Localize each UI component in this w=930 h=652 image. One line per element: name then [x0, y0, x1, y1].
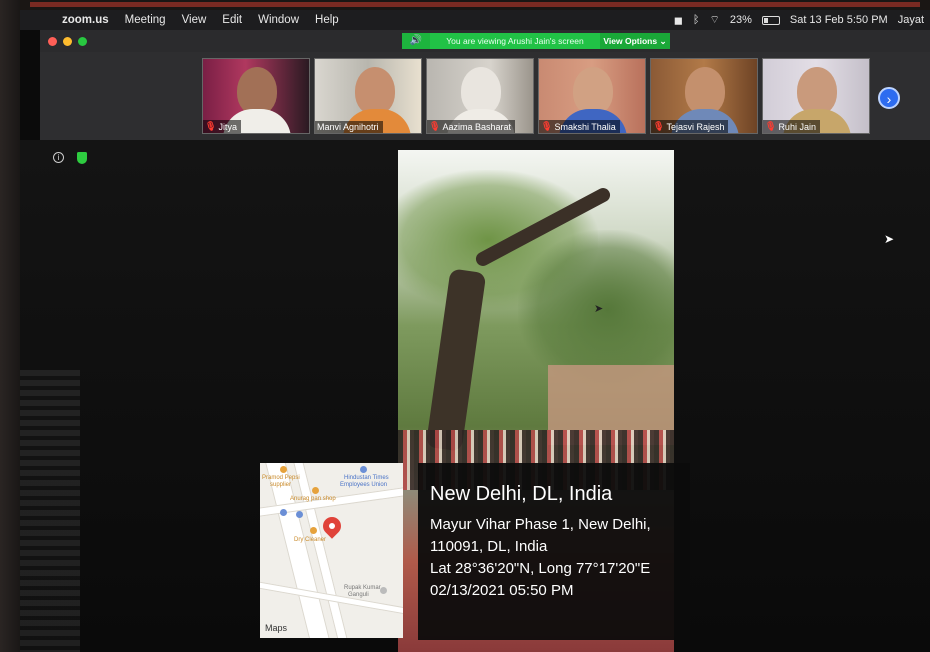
participant-avatar	[461, 67, 501, 115]
view-options-button[interactable]: View Options ⌄	[600, 33, 670, 49]
maps-logo: Maps	[265, 623, 288, 633]
battery-icon[interactable]	[761, 15, 780, 25]
zoom-title-bar: 🔊 You are viewing Arushi Jain's screen V…	[40, 30, 930, 52]
address-line-2: 110091, DL, India	[430, 538, 548, 555]
menu-help[interactable]: Help	[307, 14, 347, 26]
status-area: ◼ ᛒ ⌔ 23% Sat 13 Feb 5:50 PM Jayat	[674, 13, 930, 27]
user-name[interactable]: Jayat	[898, 14, 924, 26]
chevron-right-icon: ›	[886, 91, 892, 107]
participant-tile[interactable]: 🎙 Ruhi Jain	[762, 58, 870, 134]
minimize-window-button[interactable]	[63, 36, 72, 46]
location-city: New Delhi, DL, India	[430, 483, 613, 505]
next-page-button[interactable]: ›	[878, 87, 900, 109]
menu-app-name[interactable]: zoom.us	[54, 14, 117, 26]
menu-edit[interactable]: Edit	[214, 14, 250, 26]
map-thumbnail: Pramod Pepsi supplier Hindustan Times Em…	[260, 463, 403, 638]
fullscreen-window-button[interactable]	[78, 36, 87, 46]
parking-icon	[280, 509, 287, 516]
participant-tile[interactable]: Manvi Agnihotri	[314, 58, 422, 134]
bluetooth-icon[interactable]: ᛒ	[693, 14, 700, 26]
participant-name: Aazima Basharat	[442, 121, 511, 132]
coordinates: Lat 28°36'20"N, Long 77°17'20"E	[430, 560, 651, 577]
parking-icon	[296, 511, 303, 518]
screen-share-banner: 🔊 You are viewing Arushi Jain's screen V…	[402, 33, 702, 49]
participant-tile[interactable]: 🎙 Jitya	[202, 58, 310, 134]
address-line-1: Mayur Vihar Phase 1, New Delhi,	[430, 516, 651, 533]
clock[interactable]: Sat 13 Feb 5:50 PM	[790, 14, 888, 26]
window-controls	[48, 36, 87, 46]
participant-tile[interactable]: 🎙 Tejasvi Rajesh	[650, 58, 758, 134]
muted-mic-icon: 🎙	[429, 121, 441, 131]
menu-window[interactable]: Window	[250, 14, 307, 26]
info-icon[interactable]: i	[53, 152, 64, 163]
participant-name: Manvi Agnihotri	[317, 122, 379, 132]
encryption-shield-icon[interactable]	[77, 152, 87, 164]
viewing-screen-text: You are viewing Arushi Jain's screen	[430, 33, 600, 49]
participant-name: Smakshi Thalia	[554, 121, 616, 132]
muted-mic-icon: 🎙	[541, 121, 553, 131]
speaker-icon[interactable]: 🔊	[402, 33, 430, 49]
muted-mic-icon: 🎙	[653, 121, 665, 131]
monitor-top-bezel	[0, 0, 930, 10]
gps-info-card: New Delhi, DL, India Mayur Vihar Phase 1…	[418, 463, 690, 640]
meeting-area: i ➤ ➤ Pramod Pepsi supplier Hindustan Ti…	[20, 140, 930, 652]
participant-avatar	[237, 67, 277, 115]
mouse-cursor-icon: ➤	[884, 232, 895, 246]
participant-avatar	[355, 67, 395, 115]
participant-name: Jitya	[218, 121, 237, 132]
zoom-status-icon[interactable]: ◼	[674, 14, 683, 27]
date-time: 02/13/2021 05:50 PM	[430, 582, 574, 599]
poi-icon	[310, 527, 317, 534]
wifi-icon[interactable]: ⌔	[709, 13, 719, 27]
participant-tile[interactable]: 🎙 Smakshi Thalia	[538, 58, 646, 134]
participant-avatar	[573, 67, 613, 115]
menu-bar: zoom.us Meeting View Edit Window Help ◼ …	[20, 10, 930, 30]
participant-name: Ruhi Jain	[778, 121, 816, 132]
poi-icon	[280, 466, 287, 473]
participant-name: Tejasvi Rajesh	[666, 121, 725, 132]
poi-icon	[312, 487, 319, 494]
shared-cursor-icon: ➤	[594, 303, 604, 315]
menu-meeting[interactable]: Meeting	[117, 14, 174, 26]
window-blinds-reflection	[20, 370, 80, 652]
monitor-left-bezel	[0, 0, 20, 652]
location-pin-icon	[319, 513, 345, 539]
participant-avatar	[797, 67, 837, 115]
close-window-button[interactable]	[48, 36, 57, 46]
battery-percent: 23%	[729, 14, 752, 26]
participant-avatar	[685, 67, 725, 115]
participant-gallery: 🎙 Jitya Manvi Agnihotri 🎙 Aazima Basharat …	[40, 52, 930, 140]
muted-mic-icon: 🎙	[205, 121, 217, 131]
poi-icon	[360, 466, 367, 473]
muted-mic-icon: 🎙	[765, 121, 777, 131]
menu-view[interactable]: View	[174, 14, 215, 26]
participant-tile[interactable]: 🎙 Aazima Basharat	[426, 58, 534, 134]
poi-icon	[380, 587, 387, 594]
